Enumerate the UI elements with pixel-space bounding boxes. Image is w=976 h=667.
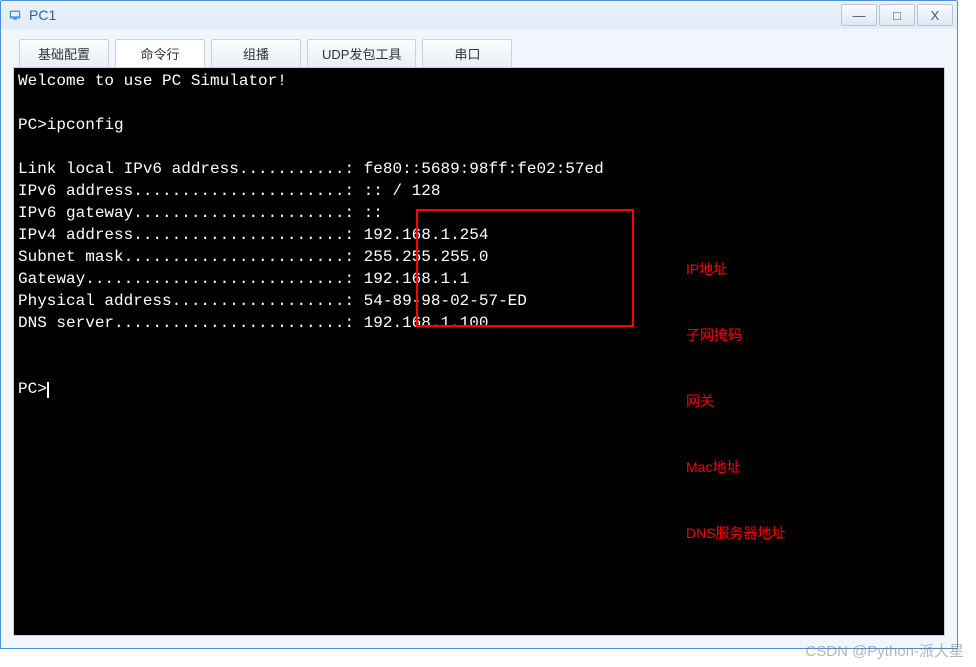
annotations: IP地址 子网掩码 网关 Mac地址 DNS服务器地址: [686, 214, 786, 588]
app-window: PC1 — □ X 基础配置 命令行 组播 UDP发包工具 串口 Welcome…: [0, 0, 958, 649]
terminal-panel: Welcome to use PC Simulator! PC>ipconfig…: [13, 67, 945, 636]
cfg-line: Link local IPv6 address...........: fe80…: [18, 160, 604, 178]
tab-serial[interactable]: 串口: [422, 39, 512, 67]
terminal-prompt: PC>: [18, 380, 47, 398]
client-area: 基础配置 命令行 组播 UDP发包工具 串口 Welcome to use PC…: [1, 29, 957, 648]
minimize-button[interactable]: —: [841, 4, 877, 26]
tab-command-line[interactable]: 命令行: [115, 39, 205, 67]
annotation-dns: DNS服务器地址: [686, 522, 786, 544]
cfg-line: Subnet mask.......................: 255.…: [18, 248, 488, 266]
cfg-value: 255.255.255.0: [364, 248, 489, 266]
app-icon: [7, 7, 23, 23]
cfg-line: DNS server........................: 192.…: [18, 314, 488, 332]
cfg-label: IPv6 gateway......................:: [18, 204, 364, 222]
cfg-line: IPv6 address......................: :: /…: [18, 182, 440, 200]
cfg-line: IPv6 gateway......................: ::: [18, 204, 383, 222]
cfg-label: Link local IPv6 address...........:: [18, 160, 364, 178]
cfg-value: 54-89-98-02-57-ED: [364, 292, 527, 310]
cfg-value: ::: [364, 204, 383, 222]
terminal-prompt-cmd: PC>ipconfig: [18, 116, 124, 134]
annotation-ip: IP地址: [686, 258, 786, 280]
cfg-label: IPv6 address......................:: [18, 182, 364, 200]
cfg-value: fe80::5689:98ff:fe02:57ed: [364, 160, 604, 178]
cfg-label: Subnet mask.......................:: [18, 248, 364, 266]
cfg-label: Gateway...........................:: [18, 270, 364, 288]
cursor-icon: [47, 382, 49, 398]
tab-multicast[interactable]: 组播: [211, 39, 301, 67]
maximize-button[interactable]: □: [879, 4, 915, 26]
tab-bar: 基础配置 命令行 组播 UDP发包工具 串口: [13, 39, 945, 67]
tab-basic-config[interactable]: 基础配置: [19, 39, 109, 67]
tab-udp-tool[interactable]: UDP发包工具: [307, 39, 416, 67]
terminal[interactable]: Welcome to use PC Simulator! PC>ipconfig…: [16, 70, 942, 633]
cfg-line: IPv4 address......................: 192.…: [18, 226, 488, 244]
cfg-value: 192.168.1.1: [364, 270, 470, 288]
close-button[interactable]: X: [917, 4, 953, 26]
annotation-mac: Mac地址: [686, 456, 786, 478]
cfg-value: :: / 128: [364, 182, 441, 200]
cfg-line: Gateway...........................: 192.…: [18, 270, 469, 288]
annotation-subnet: 子网掩码: [686, 324, 786, 346]
cfg-value: 192.168.1.254: [364, 226, 489, 244]
titlebar[interactable]: PC1 — □ X: [1, 1, 957, 29]
window-title: PC1: [29, 7, 56, 23]
cfg-label: IPv4 address......................:: [18, 226, 364, 244]
cfg-label: DNS server........................:: [18, 314, 364, 332]
cfg-label: Physical address..................:: [18, 292, 364, 310]
cfg-line: Physical address..................: 54-8…: [18, 292, 527, 310]
terminal-welcome: Welcome to use PC Simulator!: [18, 72, 287, 90]
cfg-value: 192.168.1.100: [364, 314, 489, 332]
annotation-gateway: 网关: [686, 390, 786, 412]
